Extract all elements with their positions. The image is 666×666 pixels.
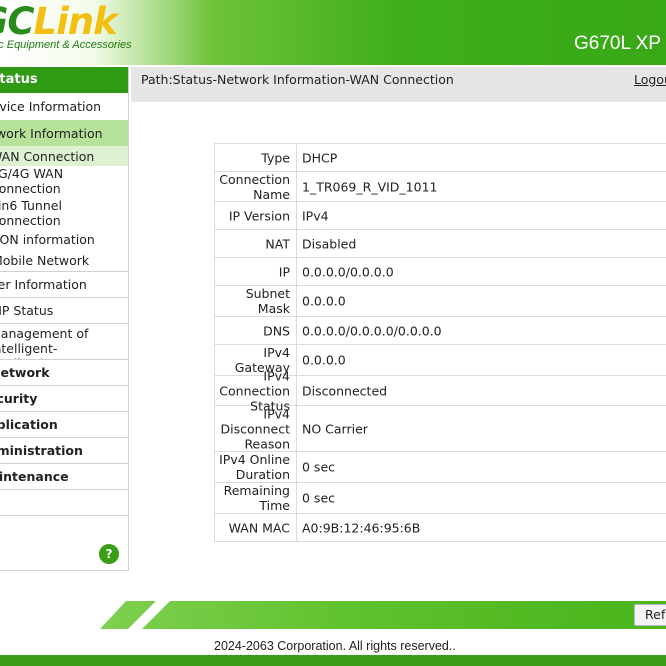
sidebar-item-label: Network [0,365,50,380]
field-value: IPv4 [302,208,329,223]
field-label: Connection Name [219,171,290,202]
footer-bar [100,601,666,629]
table-row: DNS 0.0.0.0/0.0.0.0/0.0.0.0 [215,317,666,345]
sidebar-item-label: Administration [0,443,83,458]
table-row: Connection Name 1_TR069_R_VID_1011 [215,172,666,202]
sidebar-section-security[interactable]: Security [0,385,128,411]
sidebar-item-label: Security [0,391,38,406]
sidebar-item-pon-information[interactable]: PON information [0,229,128,249]
breadcrumb: Path:Status-Network Information-WAN Conn… [141,72,454,87]
sidebar-section-status[interactable]: Status [0,67,128,93]
table-row: WAN MAC A0:9B:12:46:95:6B [215,514,666,542]
field-value: 1_TR069_R_VID_1011 [302,179,438,194]
sidebar-item-network-information[interactable]: Network Information [0,120,128,146]
logout-link[interactable]: Logout [634,72,666,87]
wan-connection-table: Type DHCP Connection Name 1_TR069_R_VID_… [214,143,666,542]
header-banner: GCLink Optic Equipment & Accessories G67… [0,0,666,65]
sidebar-item-label: Mobile Network [0,253,90,268]
table-row: IP 0.0.0.0/0.0.0.0 [215,258,666,286]
sidebar-item-label: PON information [0,232,95,247]
sidebar-item-management-intelligent-apps[interactable]: Management of intelligent-applications [0,323,128,359]
sidebar-item-label: User Information [0,277,87,292]
sidebar-item-wan-connection[interactable]: WAN Connection [0,146,128,166]
sidebar-item-label: 3G/4G WAN Connection [0,166,64,196]
sidebar-section-maintenance[interactable]: Maintenance [0,463,128,489]
field-value: DHCP [302,150,338,165]
field-value: 0.0.0.0 [302,293,346,309]
field-label: Remaining Time [223,483,290,513]
field-value: Disabled [302,236,357,251]
table-row: Type DHCP [215,144,666,172]
field-value: A0:9B:12:46:95:6B [302,520,421,535]
logo-tagline: Optic Equipment & Accessories [0,39,132,51]
sidebar-item-label: Maintenance [0,469,69,484]
field-value: 0 sec [302,490,336,506]
sidebar-item-label: VoIP Status [0,303,54,318]
field-value: 0.0.0.0/0.0.0.0/0.0.0.0 [302,323,442,338]
breadcrumb-bar: Path:Status-Network Information-WAN Conn… [131,67,666,102]
table-row: Subnet Mask 0.0.0.0 [215,286,666,317]
sidebar-item-voip-status[interactable]: VoIP Status [0,297,128,323]
sidebar-item-label: Device Information [0,99,102,114]
sidebar-item-label: Network Information [0,126,103,141]
logo-link-text: Link [33,0,118,43]
field-label: Subnet Mask [245,286,290,316]
field-value: Disconnected [302,383,388,398]
field-label: NAT [265,236,290,251]
field-label: IP Version [228,208,290,223]
sidebar-item-user-information[interactable]: User Information [0,271,128,297]
sidebar-section-network[interactable]: Network [0,359,128,385]
sidebar-item-3g4g-wan-connection[interactable]: 3G/4G WAN Connection [0,166,128,198]
table-row: IPv4 Disconnect Reason NO Carrier [215,406,666,452]
table-row: IPv4 Online Duration 0 sec [215,452,666,483]
router-admin-page: GCLink Optic Equipment & Accessories G67… [0,0,666,666]
sidebar-item-mobile-network[interactable]: Mobile Network [0,249,128,271]
field-value: NO Carrier [302,421,368,436]
copyright-text: 2024-2063 Corporation. All rights reserv… [214,639,456,653]
sidebar-item-6in6-tunnel-connection[interactable]: 6in6 Tunnel Connection [0,198,128,229]
bottom-bar [0,655,666,666]
field-value: 0.0.0.0/0.0.0.0 [302,264,394,279]
table-row: IPv4 Connection Status Disconnected [215,368,666,413]
field-label: IPv4 Online Duration [219,452,290,482]
field-label: IP [278,264,290,279]
sidebar-item-label: WAN Connection [0,149,95,164]
field-label: Type [261,150,290,165]
sidebar-section-application[interactable]: Application [0,411,128,437]
help-icon[interactable]: ? [99,544,119,564]
field-label: WAN MAC [228,520,290,535]
logo-gc-text: GC [0,0,35,43]
refresh-button[interactable]: Refresh [634,604,666,626]
field-label: IPv4 Disconnect Reason [220,406,290,451]
sidebar-item-label: 6in6 Tunnel Connection [0,198,62,228]
field-label: DNS [263,323,290,338]
sidebar-item-label: Application [0,417,58,432]
sidebar-item-device-information[interactable]: Device Information [0,93,128,120]
field-value: 0 sec [302,459,336,475]
sidebar-section-administration[interactable]: Administration [0,437,128,463]
field-value: 0.0.0.0 [302,352,346,368]
table-row: NAT Disabled [215,230,666,258]
device-model: G670L XP [574,33,661,54]
table-row: IP Version IPv4 [215,202,666,230]
sidebar-item-label: Management of intelligent-applications [0,326,89,359]
sidebar-menu: Status Device Information Network Inform… [0,67,129,571]
table-row: Remaining Time 0 sec [215,483,666,514]
